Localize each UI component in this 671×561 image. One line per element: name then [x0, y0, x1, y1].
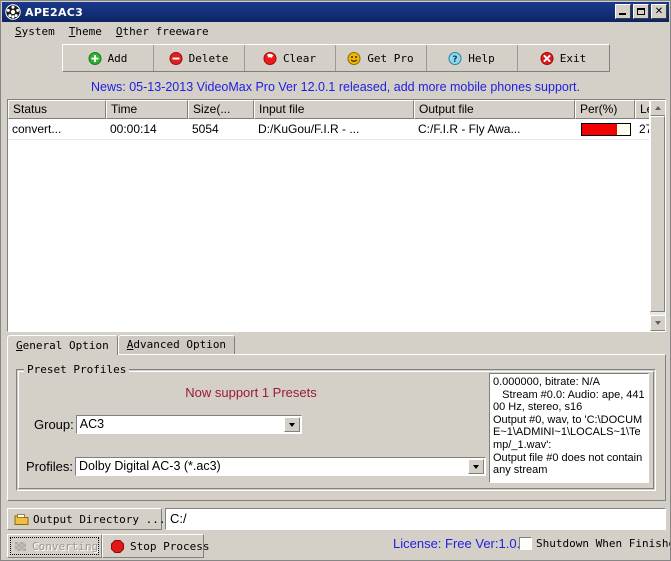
scrollbar-thumb[interactable]: [650, 116, 665, 312]
stop-process-button[interactable]: Stop Process: [102, 534, 209, 558]
cell-input-file: D:/KuGou/F.I.R - ...: [258, 122, 360, 136]
smiley-icon: [347, 51, 362, 66]
scroll-down-button[interactable]: [650, 315, 665, 331]
output-directory-button[interactable]: Output Directory ...: [7, 508, 166, 530]
output-directory-button-label: Output Directory ...: [33, 512, 166, 526]
menu-bar: System Theme Other freeware: [2, 22, 669, 41]
group-field-row: Group: AC3: [34, 415, 302, 434]
help-button[interactable]: ? Help: [426, 45, 518, 71]
title-bar: APE2AC3 ✕: [2, 2, 669, 22]
menu-label-theme: heme: [75, 25, 102, 38]
cell-status: convert...: [12, 122, 62, 136]
close-icon: ✕: [654, 6, 664, 17]
question-circle-icon: ?: [448, 51, 463, 66]
conversion-log[interactable]: 0.000000, bitrate: N/A Stream #0.0: Audi…: [489, 373, 649, 483]
converting-button[interactable]: Converting: [7, 534, 102, 558]
profiles-field-row: Profiles: Dolby Digital AC-3 (*.ac3): [26, 457, 486, 476]
shutdown-when-finished-row[interactable]: Shutdown When Finished: [519, 537, 671, 550]
profiles-label: Profiles:: [26, 459, 73, 474]
plus-circle-icon: [88, 51, 103, 66]
window-controls: ✕: [615, 4, 667, 19]
group-label: Group:: [34, 417, 74, 432]
shutdown-checkbox[interactable]: [519, 537, 532, 550]
column-header-size[interactable]: Size(...: [188, 100, 254, 119]
help-button-label: Help: [468, 51, 495, 65]
menu-label-other: ther freeware: [122, 25, 209, 38]
scroll-up-button[interactable]: [650, 100, 665, 116]
column-header-percent[interactable]: Per(%): [575, 100, 635, 119]
menu-item-system[interactable]: System: [8, 23, 62, 40]
close-circle-icon: [540, 51, 555, 66]
clear-button[interactable]: Clear: [244, 45, 336, 71]
clear-button-label: Clear: [282, 51, 317, 65]
progress-bar: [581, 122, 631, 136]
clear-circle-icon: [263, 51, 278, 66]
cell-size: 5054: [192, 122, 219, 136]
exit-button[interactable]: Exit: [517, 45, 609, 71]
exit-button-label: Exit: [559, 51, 587, 65]
toolbar-button-group: Add Delete Clear Get Pro ? Help Exit: [61, 44, 610, 72]
menu-item-theme[interactable]: Theme: [62, 23, 109, 40]
close-button[interactable]: ✕: [651, 4, 667, 19]
stop-process-button-label: Stop Process: [130, 539, 210, 553]
get-pro-button-label: Get Pro: [367, 51, 414, 65]
chevron-down-icon[interactable]: [283, 417, 300, 432]
general-option-panel: Preset Profiles Now support 1 Presets Gr…: [7, 354, 666, 501]
svg-text:?: ?: [453, 55, 458, 65]
shutdown-checkbox-label: Shutdown When Finished: [536, 537, 671, 550]
options-tabstrip: General Option Advanced Option: [7, 335, 666, 355]
column-header-output-file[interactable]: Output file: [414, 100, 575, 119]
cell-output-file: C:/F.I.R - Fly Awa...: [418, 122, 521, 136]
groupbox-title: Preset Profiles: [24, 363, 130, 376]
file-list-body: convert... 00:00:14 5054 D:/KuGou/F.I.R …: [8, 119, 665, 140]
window-title: APE2AC3: [25, 5, 84, 19]
minus-circle-icon: [169, 51, 184, 66]
profiles-select-value: Dolby Digital AC-3 (*.ac3): [78, 459, 221, 473]
news-banner: News: 05-13-2013 VideoMax Pro Ver 12.0.1…: [91, 80, 580, 94]
file-list-scrollbar[interactable]: [649, 100, 665, 331]
group-select-value: AC3: [79, 417, 105, 431]
profiles-select[interactable]: Dolby Digital AC-3 (*.ac3): [74, 457, 486, 476]
film-reel-icon: [5, 4, 21, 20]
progress-bar-fill: [582, 123, 617, 135]
tab-label-general: eneral Option: [22, 339, 109, 352]
menu-label-system: ystem: [21, 25, 55, 38]
menu-accel-other: O: [115, 25, 123, 38]
stop-octagon-icon: [110, 539, 125, 554]
cell-time: 00:00:14: [110, 122, 157, 136]
file-list-header: Status Time Size(... Input file Output f…: [8, 100, 665, 119]
chevron-down-icon[interactable]: [467, 459, 484, 474]
cell-progress: [575, 119, 635, 139]
table-row[interactable]: convert... 00:00:14 5054 D:/KuGou/F.I.R …: [8, 119, 665, 140]
menu-item-other-freeware[interactable]: Other freeware: [109, 23, 216, 40]
file-list[interactable]: Status Time Size(... Input file Output f…: [7, 99, 666, 332]
license-label: License: Free Ver:1.0.1: [393, 536, 528, 551]
tab-accel-general: G: [16, 339, 23, 352]
folder-icon: [14, 512, 29, 527]
column-header-status[interactable]: Status: [8, 100, 106, 119]
tab-advanced-option[interactable]: Advanced Option: [117, 335, 236, 354]
get-pro-button[interactable]: Get Pro: [335, 45, 427, 71]
output-directory-input[interactable]: C:/: [165, 508, 666, 530]
maximize-button[interactable]: [633, 4, 649, 19]
toolbar: Add Delete Clear Get Pro ? Help Exit: [2, 42, 669, 74]
add-button[interactable]: Add: [62, 45, 154, 71]
delete-button[interactable]: Delete: [153, 45, 245, 71]
delete-button-label: Delete: [188, 51, 229, 65]
column-header-time[interactable]: Time: [106, 100, 188, 119]
tab-general-option[interactable]: General Option: [7, 335, 118, 355]
menu-accel-system: S: [15, 25, 22, 38]
column-header-input-file[interactable]: Input file: [254, 100, 414, 119]
checker-icon: [13, 539, 28, 554]
app-window: APE2AC3 ✕ System Theme Other freeware Ad…: [0, 0, 671, 561]
add-button-label: Add: [107, 51, 128, 65]
minimize-button[interactable]: [615, 4, 631, 19]
tab-label-advanced: dvanced Option: [133, 338, 227, 351]
group-select[interactable]: AC3: [75, 415, 302, 434]
